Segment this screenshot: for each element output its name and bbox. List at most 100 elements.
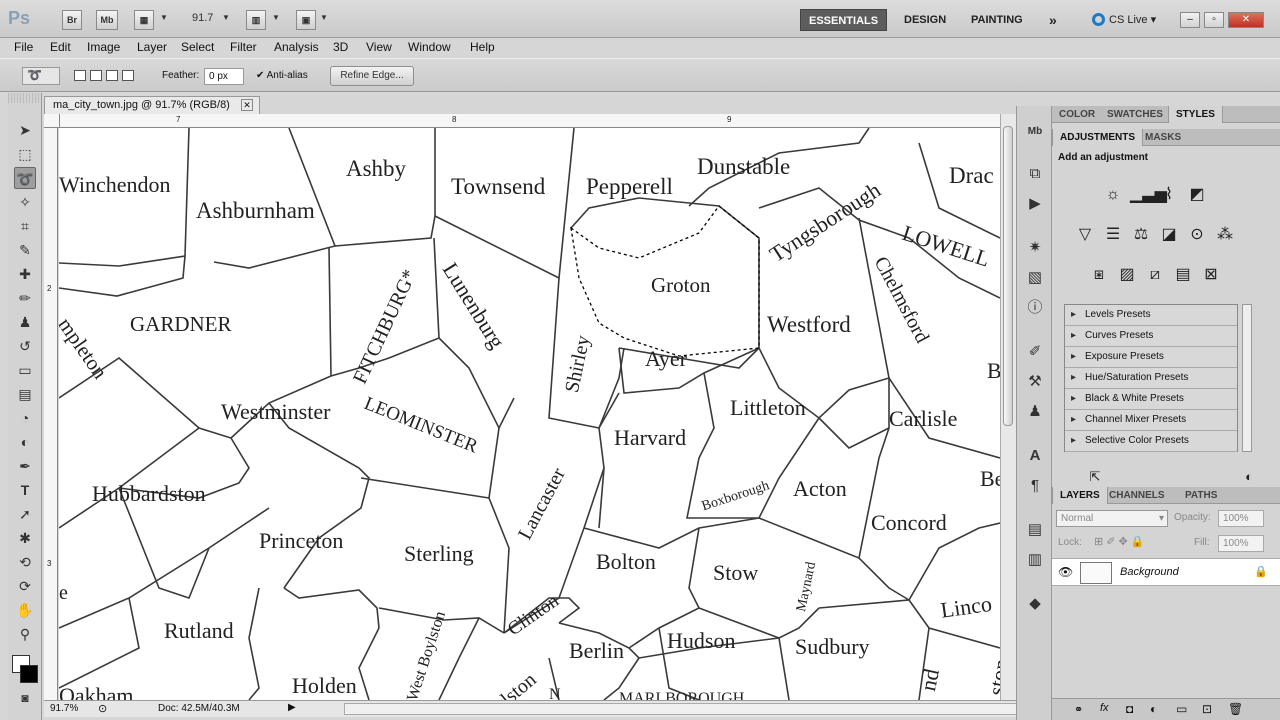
pen-tool-icon[interactable]: ✒ (14, 455, 36, 477)
clone-stamp-tool-icon[interactable]: ♟ (14, 311, 36, 333)
status-zoom[interactable]: 91.7% (50, 703, 78, 714)
layer-style-icon[interactable]: fx (1100, 702, 1109, 714)
menu-image[interactable]: Image (87, 40, 120, 54)
type-tool-icon[interactable]: T (14, 479, 36, 501)
menu-layer[interactable]: Layer (137, 40, 167, 54)
bridge-button[interactable]: Br (62, 10, 82, 30)
zoom-level[interactable]: 91.7 (192, 12, 213, 24)
preset-channel-mixer[interactable]: Channel Mixer Presets (1065, 410, 1237, 431)
photo-filter-icon[interactable]: ⊙ (1186, 224, 1208, 246)
menu-edit[interactable]: Edit (50, 40, 71, 54)
quick-mask-icon[interactable]: ◙ (14, 687, 36, 709)
levels-icon[interactable]: ▁▃▅ (1130, 184, 1167, 206)
blend-mode-select[interactable]: Normal ▾ (1056, 510, 1168, 527)
workspace-painting[interactable]: PAINTING (963, 9, 1031, 31)
workspace-design[interactable]: DESIGN (896, 9, 954, 31)
clone-source-icon[interactable]: ♟ (1024, 402, 1046, 422)
status-menu-arrow-icon[interactable]: ▶ (288, 702, 296, 713)
layer-row-background[interactable]: 👁 Background 🔒 (1052, 558, 1280, 586)
menu-filter[interactable]: Filter (230, 40, 257, 54)
feather-input[interactable]: 0 px (204, 68, 244, 85)
tab-masks[interactable]: MASKS (1138, 129, 1188, 146)
vertical-scrollbar[interactable] (1000, 114, 1016, 700)
new-layer-icon[interactable]: ⊡ (1202, 702, 1212, 716)
hue-saturation-icon[interactable]: ☰ (1102, 224, 1124, 246)
adjustments-options-icon[interactable]: ◐ (1238, 466, 1260, 488)
close-document-icon[interactable]: ✕ (241, 99, 253, 111)
add-selection-icon[interactable] (90, 70, 102, 81)
menu-help[interactable]: Help (470, 40, 495, 54)
channel-mixer-icon[interactable]: ⁂ (1214, 224, 1236, 246)
menu-view[interactable]: View (366, 40, 392, 54)
more-workspaces-icon[interactable]: » (1041, 9, 1065, 31)
black-white-icon[interactable]: ◪ (1158, 224, 1180, 246)
adjustment-layer-icon[interactable]: ◐ (1150, 702, 1157, 716)
gradient-map-icon[interactable]: ▤ (1172, 264, 1194, 286)
ruler-origin[interactable] (44, 114, 60, 128)
presets-scrollbar[interactable] (1242, 304, 1252, 452)
blur-tool-icon[interactable]: ◔ (14, 407, 36, 429)
background-color-swatch[interactable] (20, 665, 38, 683)
eraser-tool-icon[interactable]: ▭ (14, 359, 36, 381)
arrange-documents-icon[interactable]: ▥ (246, 10, 266, 30)
chevron-down-icon[interactable]: ▼ (222, 13, 230, 22)
minimize-button[interactable]: – (1180, 12, 1200, 28)
scroll-thumb[interactable] (1003, 126, 1013, 426)
intersect-selection-icon[interactable] (122, 70, 134, 81)
preset-black-white[interactable]: Black & White Presets (1065, 389, 1237, 410)
brush-tool-icon[interactable]: ✏ (14, 287, 36, 309)
dodge-tool-icon[interactable]: ◐ (14, 431, 36, 453)
chevron-down-icon[interactable]: ▼ (160, 13, 168, 22)
zoom-tool-icon[interactable]: ⚲ (14, 623, 36, 645)
layer-comps-icon[interactable]: ▥ (1024, 550, 1046, 570)
threshold-icon[interactable]: ⧄ (1144, 264, 1166, 286)
tool-preset-picker[interactable]: ➰ (22, 67, 60, 85)
tab-styles[interactable]: STYLES (1168, 106, 1223, 123)
3d-icon[interactable]: ◆ (1024, 594, 1046, 614)
hand-tool-icon[interactable]: ✋ (14, 599, 36, 621)
selective-color-icon[interactable]: ⊠ (1200, 264, 1222, 286)
menu-analysis[interactable]: Analysis (274, 40, 319, 54)
brush-presets-icon[interactable]: ✐ (1024, 342, 1046, 362)
quick-selection-tool-icon[interactable]: ✧ (14, 191, 36, 213)
menu-select[interactable]: Select (181, 40, 214, 54)
chevron-down-icon[interactable]: ▼ (320, 13, 328, 22)
workspace-essentials[interactable]: ESSENTIALS (800, 9, 888, 31)
marquee-tool-icon[interactable]: ⬚ (14, 143, 36, 165)
mini-bridge-button[interactable]: Mb (96, 10, 118, 30)
shape-tool-icon[interactable]: ✱ (14, 527, 36, 549)
horizontal-ruler[interactable]: 7 8 9 (60, 114, 1000, 128)
tab-swatches[interactable]: SWATCHES (1100, 106, 1170, 123)
navigator-icon[interactable]: ✷ (1024, 238, 1046, 258)
histogram-icon[interactable]: ▧ (1024, 268, 1046, 288)
image-canvas[interactable]: Winchendon Ashby Townsend Pepperell Duns… (59, 128, 1000, 700)
menu-file[interactable]: File (14, 40, 33, 54)
tab-adjustments[interactable]: ADJUSTMENTS (1052, 129, 1144, 146)
close-button[interactable]: ✕ (1228, 12, 1264, 28)
subtract-selection-icon[interactable] (106, 70, 118, 81)
color-balance-icon[interactable]: ⚖ (1130, 224, 1152, 246)
maximize-button[interactable]: ▫ (1204, 12, 1224, 28)
healing-brush-tool-icon[interactable]: ✚ (14, 263, 36, 285)
mini-bridge-icon[interactable]: Mb (1024, 122, 1046, 142)
document-tab[interactable]: ma_city_town.jpg @ 91.7% (RGB/8) ✕ (44, 96, 260, 114)
preset-curves[interactable]: Curves Presets (1065, 326, 1237, 347)
refine-edge-button[interactable]: Refine Edge... (330, 66, 414, 86)
cs-live-menu[interactable]: CS Live ▾ (1092, 9, 1156, 31)
horizontal-scrollbar[interactable] (344, 703, 1044, 715)
return-to-list-icon[interactable]: ⇱ (1084, 466, 1106, 488)
tab-paths[interactable]: PATHS (1178, 487, 1224, 504)
brightness-contrast-icon[interactable]: ☼ (1102, 184, 1124, 206)
fill-input[interactable]: 100% (1218, 535, 1264, 552)
history-icon[interactable]: ⧉ (1024, 164, 1046, 184)
lasso-tool-icon[interactable]: ➰ (14, 167, 36, 189)
tab-channels[interactable]: CHANNELS (1102, 487, 1172, 504)
tab-layers[interactable]: LAYERS (1052, 487, 1108, 504)
preset-exposure[interactable]: Exposure Presets (1065, 347, 1237, 368)
new-group-icon[interactable]: ▭ (1176, 702, 1187, 716)
preset-hue-saturation[interactable]: Hue/Saturation Presets (1065, 368, 1237, 389)
screen-mode-icon[interactable]: ▣ (296, 10, 316, 30)
eyedropper-tool-icon[interactable]: ✎ (14, 239, 36, 261)
menu-3d[interactable]: 3D (333, 40, 348, 54)
preset-levels[interactable]: Levels Presets (1065, 305, 1237, 326)
